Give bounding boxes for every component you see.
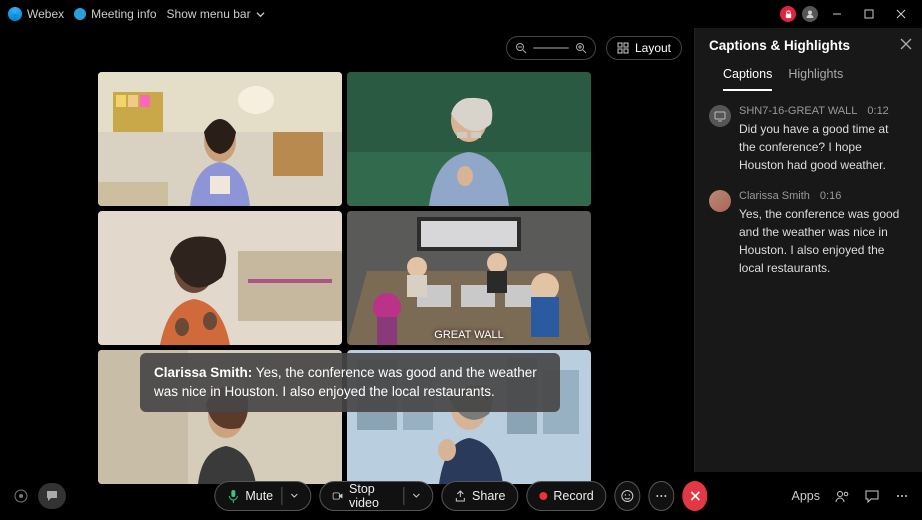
caption-time: 0:12 bbox=[867, 105, 888, 117]
window-maximize-button[interactable] bbox=[856, 1, 882, 27]
video-icon bbox=[332, 490, 343, 502]
record-label: Record bbox=[553, 489, 593, 503]
mute-button[interactable]: Mute bbox=[214, 481, 311, 511]
participant-avatar-2 bbox=[347, 72, 591, 206]
captions-panel: Captions & Highlights Captions Highlight… bbox=[694, 28, 922, 472]
webex-brand[interactable]: Webex bbox=[8, 7, 64, 21]
more-button[interactable] bbox=[648, 481, 674, 511]
panel-more-icon[interactable] bbox=[894, 488, 910, 504]
video-tile-3[interactable] bbox=[98, 211, 342, 345]
person-avatar bbox=[709, 190, 731, 212]
room-name-label: GREAT WALL bbox=[434, 329, 503, 341]
caption-body: Yes, the conference was good and the wea… bbox=[739, 205, 908, 277]
participant-avatar-3 bbox=[98, 211, 342, 345]
chat-panel-icon[interactable] bbox=[864, 488, 880, 504]
window-minimize-button[interactable] bbox=[824, 1, 850, 27]
video-options[interactable] bbox=[403, 487, 420, 505]
tab-captions[interactable]: Captions bbox=[723, 67, 772, 91]
meeting-info-button[interactable]: Meeting info bbox=[74, 7, 156, 21]
chevron-down-icon bbox=[412, 492, 420, 500]
chevron-down-icon bbox=[290, 492, 298, 500]
video-tile-2[interactable] bbox=[347, 72, 591, 206]
participants-icon[interactable] bbox=[834, 488, 850, 504]
webex-logo-icon bbox=[8, 7, 22, 21]
microphone-icon bbox=[227, 489, 239, 503]
share-button[interactable]: Share bbox=[441, 481, 518, 511]
close-icon bbox=[900, 38, 912, 50]
assistant-icon[interactable] bbox=[12, 487, 30, 505]
layout-label: Layout bbox=[635, 41, 671, 55]
stop-video-label: Stop video bbox=[349, 482, 395, 510]
minimize-icon bbox=[832, 9, 842, 19]
maximize-icon bbox=[864, 9, 874, 19]
record-icon bbox=[539, 492, 547, 500]
zoom-out-icon bbox=[515, 42, 527, 54]
smile-icon bbox=[621, 489, 635, 503]
room-view bbox=[347, 211, 591, 345]
end-call-button[interactable] bbox=[682, 481, 708, 511]
device-avatar bbox=[709, 105, 731, 127]
zoom-in-icon bbox=[575, 42, 587, 54]
participant-avatar-1 bbox=[98, 72, 342, 206]
app-name-label: Webex bbox=[27, 7, 64, 21]
chevron-down-icon bbox=[256, 10, 265, 19]
caption-speaker: Clarissa Smith: bbox=[154, 365, 252, 380]
layout-button[interactable]: Layout bbox=[606, 36, 682, 60]
share-label: Share bbox=[472, 489, 505, 503]
tab-highlights[interactable]: Highlights bbox=[788, 67, 843, 91]
show-menu-bar-button[interactable]: Show menu bar bbox=[167, 7, 265, 21]
close-icon bbox=[688, 489, 702, 503]
zoom-slider[interactable] bbox=[533, 47, 569, 49]
share-icon bbox=[454, 490, 466, 502]
video-grid: GREAT WALL bbox=[98, 72, 591, 484]
window-close-button[interactable] bbox=[888, 1, 914, 27]
caption-body: Did you have a good time at the conferen… bbox=[739, 120, 908, 174]
caption-item: Clarissa Smith 0:16 Yes, the conference … bbox=[709, 190, 908, 277]
live-caption-overlay: Clarissa Smith: Yes, the conference was … bbox=[140, 353, 560, 412]
user-icon bbox=[805, 9, 815, 19]
info-icon bbox=[74, 8, 86, 20]
close-icon bbox=[896, 9, 906, 19]
lock-icon bbox=[784, 10, 793, 19]
mute-label: Mute bbox=[245, 489, 273, 503]
reactions-button[interactable] bbox=[615, 481, 641, 511]
stop-video-button[interactable]: Stop video bbox=[319, 481, 433, 511]
caption-author: SHN7-16-GREAT WALL bbox=[739, 105, 857, 117]
mute-options[interactable] bbox=[281, 487, 298, 505]
video-stage: Layout bbox=[0, 28, 694, 472]
menu-bar-label: Show menu bar bbox=[167, 7, 251, 21]
meeting-info-label: Meeting info bbox=[91, 7, 156, 21]
panel-close-button[interactable] bbox=[900, 38, 912, 50]
caption-item: SHN7-16-GREAT WALL 0:12 Did you have a g… bbox=[709, 105, 908, 174]
ellipsis-icon bbox=[654, 489, 668, 503]
title-bar: Webex Meeting info Show menu bar bbox=[0, 0, 922, 28]
panel-title: Captions & Highlights bbox=[709, 38, 908, 53]
profile-button[interactable] bbox=[802, 6, 818, 22]
caption-time: 0:16 bbox=[820, 190, 841, 202]
apps-button[interactable]: Apps bbox=[792, 489, 821, 503]
video-tile-4[interactable]: GREAT WALL bbox=[347, 211, 591, 345]
zoom-control[interactable] bbox=[506, 36, 596, 60]
messages-button[interactable] bbox=[38, 483, 66, 509]
device-icon bbox=[714, 110, 726, 122]
chat-icon bbox=[45, 489, 59, 503]
layout-icon bbox=[617, 42, 629, 54]
video-tile-1[interactable] bbox=[98, 72, 342, 206]
privacy-indicator-red[interactable] bbox=[780, 6, 796, 22]
caption-author: Clarissa Smith bbox=[739, 190, 810, 202]
record-button[interactable]: Record bbox=[526, 481, 606, 511]
